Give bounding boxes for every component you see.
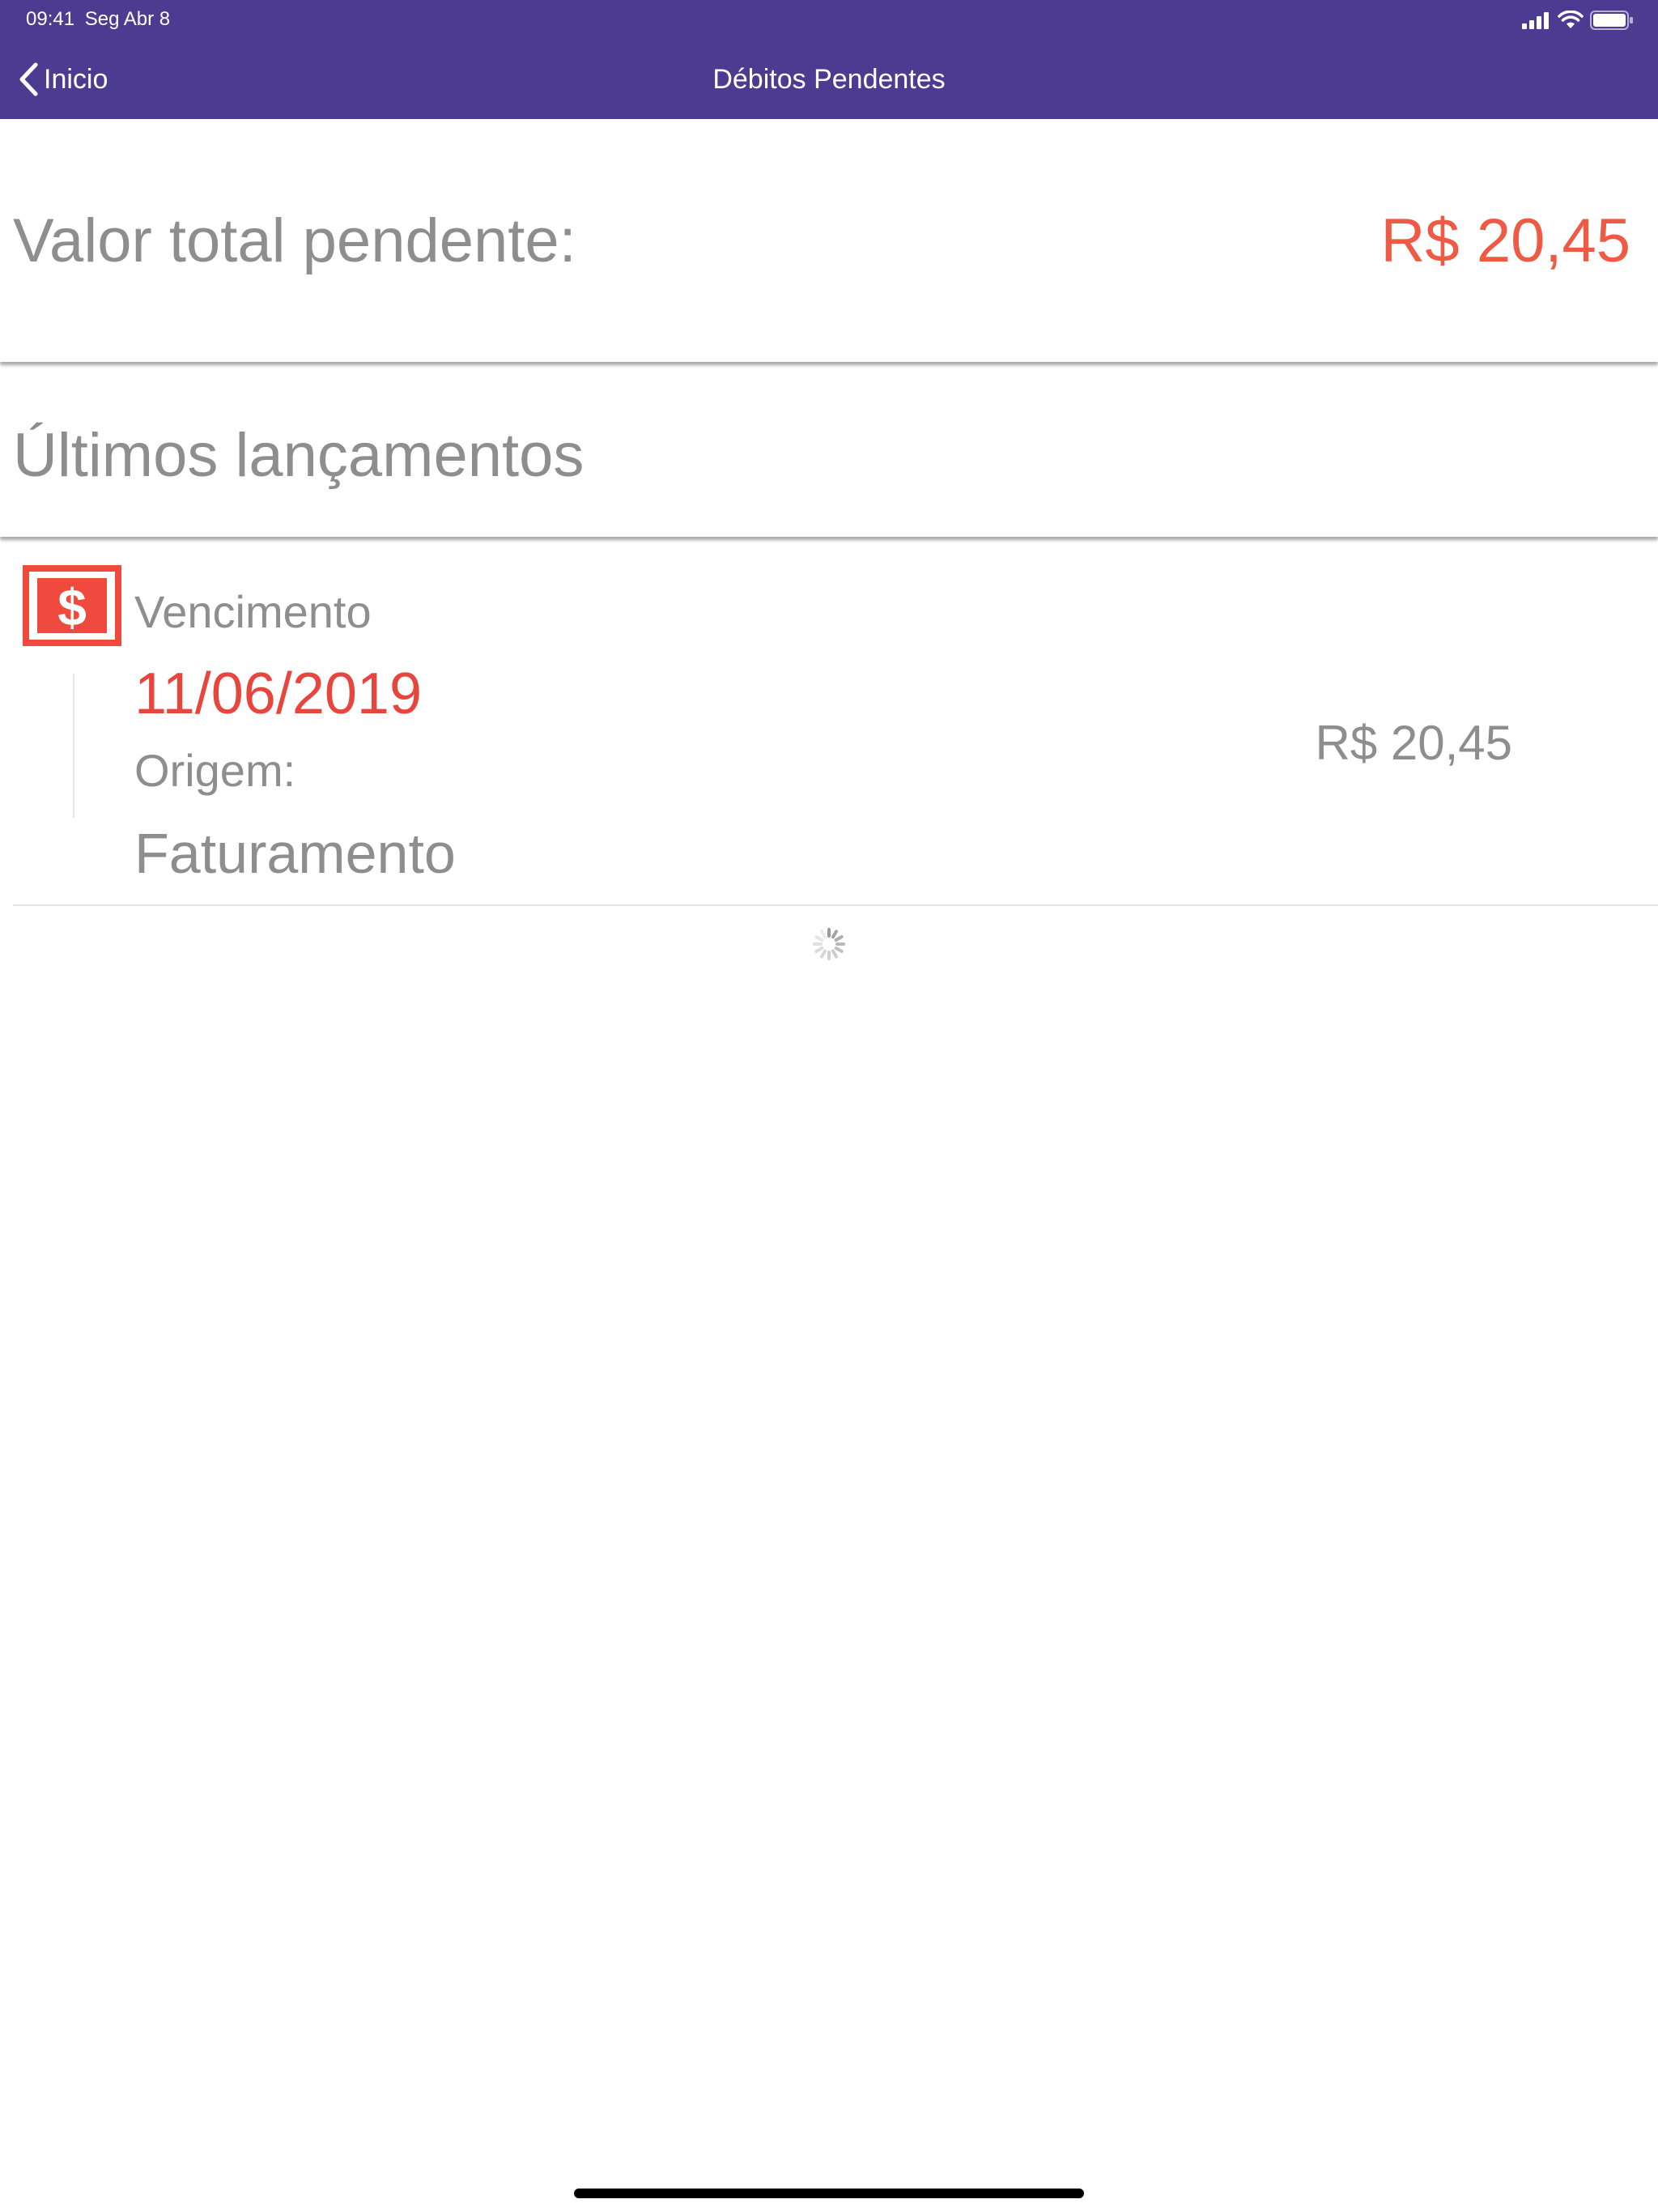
due-date-value: 11/06/2019 xyxy=(134,661,423,726)
section-title: Últimos lançamentos xyxy=(13,421,585,490)
svg-text:$: $ xyxy=(57,578,87,636)
wifi-icon xyxy=(1558,11,1584,28)
page-title: Débitos Pendentes xyxy=(712,64,946,95)
status-bar-time: 09:41 Seg Abr 8 xyxy=(26,6,170,32)
total-pending-card: Valor total pendente: R$ 20,45 xyxy=(0,119,1658,362)
timeline-line xyxy=(73,674,74,818)
status-icons xyxy=(1522,8,1634,32)
loading-spinner-icon xyxy=(813,928,845,960)
home-indicator[interactable] xyxy=(574,2189,1084,2198)
status-time: 09:41 xyxy=(26,8,75,30)
status-date: Seg Abr 8 xyxy=(84,8,171,30)
section-header: Últimos lançamentos xyxy=(0,371,1658,537)
dollar-bill-icon: $ xyxy=(23,565,121,646)
origin-value: Faturamento xyxy=(134,822,456,885)
origin-label: Origem: xyxy=(134,745,296,796)
total-pending-label: Valor total pendente: xyxy=(13,206,576,275)
screen: 09:41 Seg Abr 8 Inicio Débitos Pendentes… xyxy=(0,0,1658,2212)
list-item[interactable]: $ Vencimento 11/06/2019 Origem: Faturame… xyxy=(0,551,1658,907)
battery-icon xyxy=(1590,11,1633,30)
cellular-signal-icon xyxy=(1522,12,1549,29)
total-pending-value: R$ 20,45 xyxy=(1380,206,1630,275)
due-date-label: Vencimento xyxy=(134,586,372,637)
list-divider xyxy=(13,904,1658,906)
navigation-bar: 09:41 Seg Abr 8 Inicio Débitos Pendentes xyxy=(0,0,1658,119)
entry-amount: R$ 20,45 xyxy=(1315,716,1512,770)
